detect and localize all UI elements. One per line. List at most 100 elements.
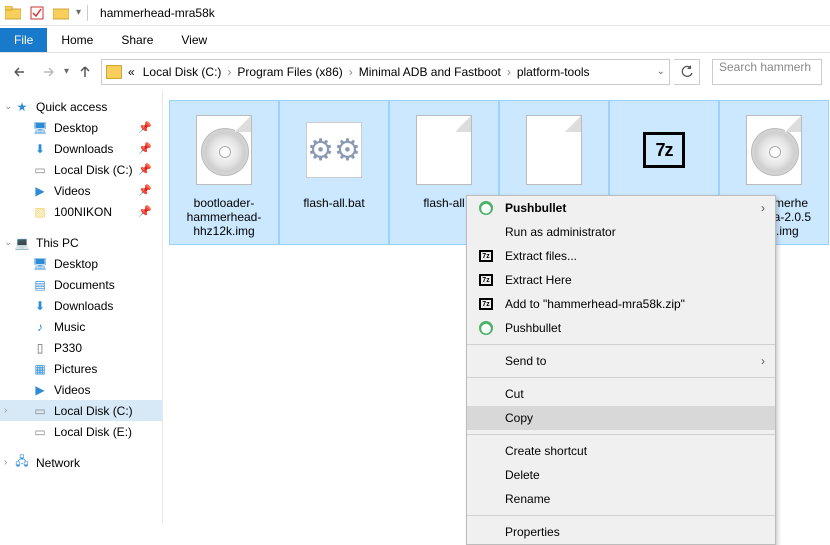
sidebar-item-music[interactable]: ♪Music: [0, 316, 162, 337]
breadcrumb-part-0[interactable]: Local Disk (C:): [139, 65, 226, 79]
qat-dropdown-icon[interactable]: ▾: [76, 7, 81, 18]
file-label: bootloader-hammerhead-hhz12k.img: [174, 197, 274, 238]
menu-separator: [467, 515, 775, 516]
7z-icon: 7z: [477, 274, 495, 286]
qat-folder-icon[interactable]: [52, 4, 70, 22]
menu-extract-files[interactable]: 7z Extract files...: [467, 244, 775, 268]
menu-pushbullet-top[interactable]: ⬤ Pushbullet ›: [467, 196, 775, 220]
menu-copy[interactable]: Copy: [467, 406, 775, 430]
drive-icon: ▭: [32, 162, 48, 178]
sidebar-network[interactable]: › 🖧 Network: [0, 452, 162, 473]
sidebar-item-videos2[interactable]: ▶Videos: [0, 379, 162, 400]
properties-icon[interactable]: [28, 4, 46, 22]
chevron-down-icon[interactable]: ⌄: [4, 101, 12, 112]
pushbullet-icon: ⬤: [477, 321, 495, 335]
sidebar-item-desktop2[interactable]: 🖥Desktop: [0, 253, 162, 274]
file-icon: [746, 115, 802, 185]
7z-icon: 7z: [477, 250, 495, 262]
sidebar-quick-access[interactable]: ⌄ ★ Quick access: [0, 96, 162, 117]
window-title: hammerhead-mra58k: [100, 6, 215, 20]
breadcrumb-part-3[interactable]: platform-tools: [513, 65, 594, 79]
breadcrumb-dropdown-icon[interactable]: ⌄: [657, 66, 665, 77]
refresh-button[interactable]: [674, 59, 700, 85]
menu-extract-here[interactable]: 7z Extract Here: [467, 268, 775, 292]
context-menu: ⬤ Pushbullet › Run as administrator 7z E…: [466, 195, 776, 545]
sidebar-label: Network: [36, 456, 80, 470]
7z-icon: 7z: [477, 298, 495, 310]
chevron-right-icon[interactable]: ›: [347, 65, 355, 79]
chevron-right-icon[interactable]: ›: [505, 65, 513, 79]
ribbon-tabs: File Home Share View: [0, 26, 830, 52]
videos-icon: ▶: [32, 382, 48, 398]
breadcrumb-folder-icon: [106, 65, 122, 79]
videos-icon: ▶: [32, 183, 48, 199]
device-icon: ▯: [32, 340, 48, 356]
chevron-right-icon[interactable]: ›: [4, 405, 7, 416]
sidebar-item-downloads2[interactable]: ⬇Downloads: [0, 295, 162, 316]
drive-icon: ▭: [32, 403, 48, 419]
tab-share[interactable]: Share: [107, 28, 167, 52]
folder-icon: [4, 4, 22, 22]
downloads-icon: ⬇: [32, 141, 48, 157]
up-button[interactable]: [73, 60, 97, 84]
sidebar-item-videos[interactable]: ▶Videos📌: [0, 180, 162, 201]
menu-run-admin[interactable]: Run as administrator: [467, 220, 775, 244]
sidebar-item-local-c2[interactable]: ›▭Local Disk (C:): [0, 400, 162, 421]
file-icon: [196, 115, 252, 185]
breadcrumb-part-1[interactable]: Program Files (x86): [233, 65, 346, 79]
desktop-icon: 🖥: [32, 120, 48, 136]
menu-delete[interactable]: Delete: [467, 463, 775, 487]
sidebar-item-desktop[interactable]: 🖥Desktop📌: [0, 117, 162, 138]
chevron-right-icon: ›: [761, 354, 765, 368]
chevron-right-icon[interactable]: ›: [225, 65, 233, 79]
star-icon: ★: [14, 99, 30, 115]
sidebar-item-local-e[interactable]: ▭Local Disk (E:): [0, 421, 162, 442]
sidebar-item-downloads[interactable]: ⬇Downloads📌: [0, 138, 162, 159]
navigation-pane: ⌄ ★ Quick access 🖥Desktop📌 ⬇Downloads📌 ▭…: [0, 90, 163, 524]
sidebar-item-100nikon[interactable]: ▧100NIKON📌: [0, 201, 162, 222]
file-item[interactable]: ⚙⚙ flash-all.bat: [279, 100, 389, 245]
sidebar-item-documents[interactable]: ▤Documents: [0, 274, 162, 295]
sidebar-label: This PC: [36, 236, 79, 250]
downloads-icon: ⬇: [32, 298, 48, 314]
sidebar-item-pictures[interactable]: ▦Pictures: [0, 358, 162, 379]
music-icon: ♪: [32, 319, 48, 335]
chevron-right-icon: ›: [761, 201, 765, 215]
pin-icon: 📌: [138, 121, 152, 134]
sidebar-this-pc[interactable]: ⌄ 💻 This PC: [0, 232, 162, 253]
file-icon: [526, 115, 582, 185]
7z-icon: 7z: [643, 132, 685, 168]
menu-pushbullet[interactable]: ⬤ Pushbullet: [467, 316, 775, 340]
menu-send-to[interactable]: Send to ›: [467, 349, 775, 373]
chevron-down-icon[interactable]: ⌄: [4, 237, 12, 248]
file-item[interactable]: bootloader-hammerhead-hhz12k.img: [169, 100, 279, 245]
file-label: flash-all: [423, 197, 464, 211]
back-button[interactable]: [8, 60, 32, 84]
menu-cut[interactable]: Cut: [467, 382, 775, 406]
documents-icon: ▤: [32, 277, 48, 293]
sidebar-label: Quick access: [36, 100, 107, 114]
menu-add-to[interactable]: 7z Add to "hammerhead-mra58k.zip": [467, 292, 775, 316]
history-dropdown-icon[interactable]: ▾: [64, 66, 69, 77]
batch-file-icon: ⚙⚙: [306, 122, 362, 178]
search-input[interactable]: Search hammerh: [712, 59, 822, 85]
pictures-icon: ▦: [32, 361, 48, 377]
pin-icon: 📌: [138, 205, 152, 218]
tab-file[interactable]: File: [0, 28, 47, 52]
tab-home[interactable]: Home: [47, 28, 107, 52]
tab-view[interactable]: View: [167, 28, 221, 52]
menu-rename[interactable]: Rename: [467, 487, 775, 511]
navigation-bar: ▾ « Local Disk (C:) › Program Files (x86…: [0, 52, 830, 90]
chevron-right-icon[interactable]: ›: [4, 457, 7, 468]
sidebar-item-local-c[interactable]: ▭Local Disk (C:)📌: [0, 159, 162, 180]
menu-create-shortcut[interactable]: Create shortcut: [467, 439, 775, 463]
breadcrumb-part-2[interactable]: Minimal ADB and Fastboot: [355, 65, 505, 79]
sidebar-item-p330[interactable]: ▯P330: [0, 337, 162, 358]
desktop-icon: 🖥: [32, 256, 48, 272]
forward-button[interactable]: [36, 60, 60, 84]
breadcrumb-prefix[interactable]: «: [124, 65, 139, 79]
menu-separator: [467, 434, 775, 435]
breadcrumb[interactable]: « Local Disk (C:) › Program Files (x86) …: [101, 59, 670, 85]
network-icon: 🖧: [14, 455, 30, 471]
menu-separator: [467, 344, 775, 345]
